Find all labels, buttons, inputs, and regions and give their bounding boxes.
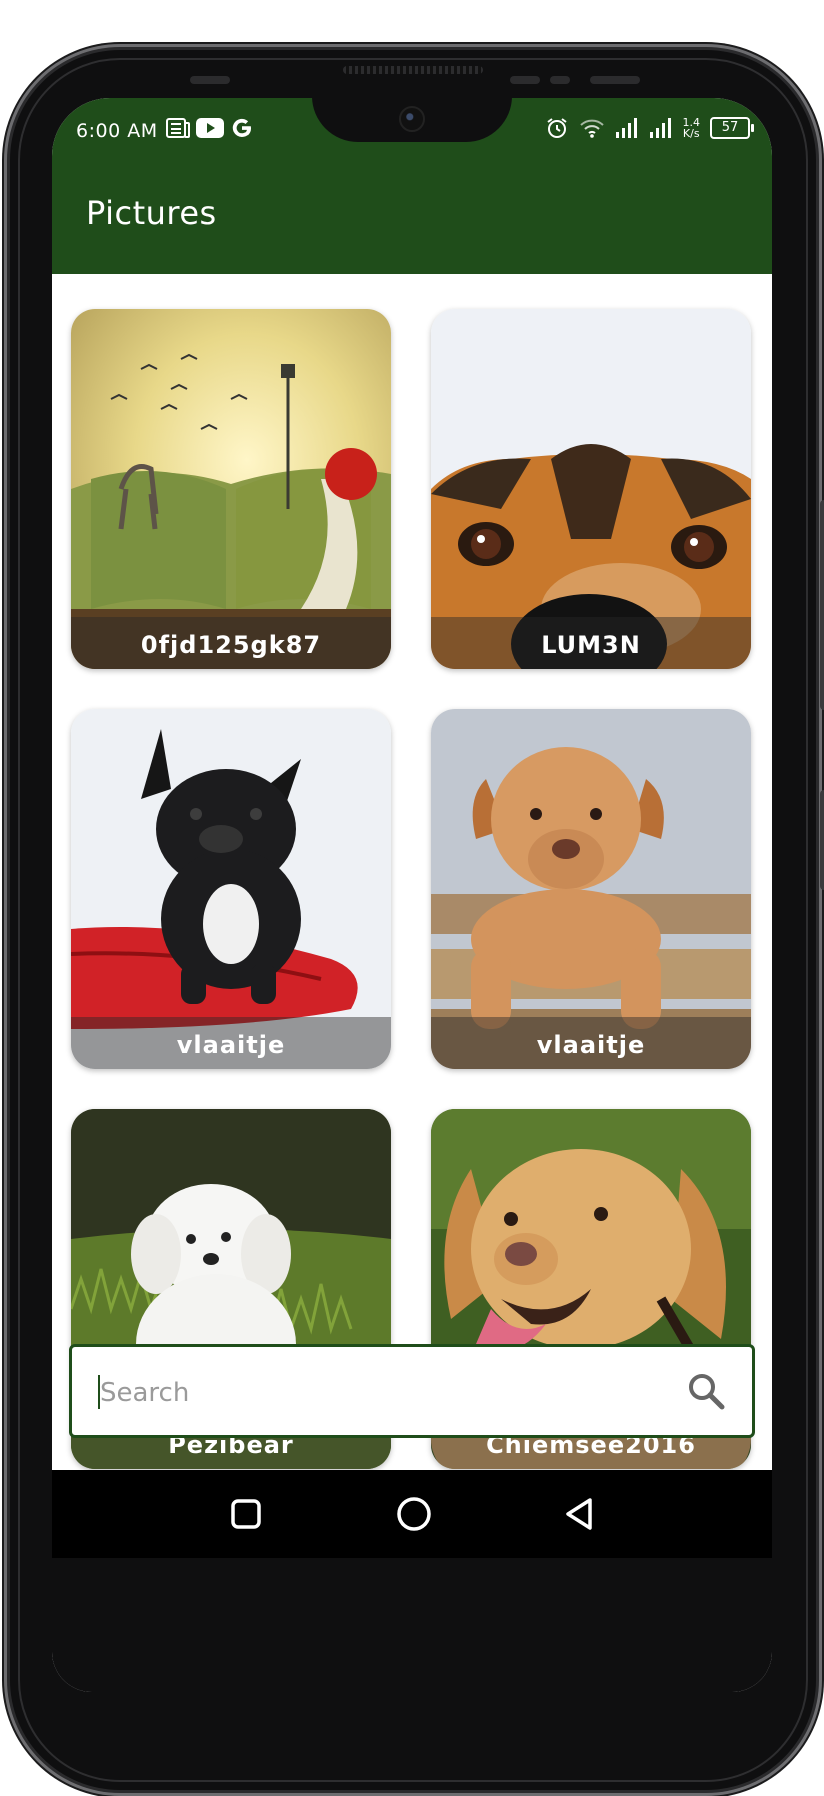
earpiece: [343, 66, 483, 74]
sensor-slot: [510, 76, 540, 84]
picture-card[interactable]: 0fjd125gk87: [71, 309, 391, 669]
screen-bottom-bezel: [52, 1558, 772, 1692]
status-time: 6:00 AM: [76, 120, 158, 142]
notification-icons: [166, 116, 254, 140]
home-button[interactable]: [394, 1494, 434, 1534]
picture-card[interactable]: vlaaitje: [71, 709, 391, 1069]
picture-author: vlaaitje: [71, 1017, 391, 1069]
picture-image: [431, 309, 751, 669]
sensor-slot: [190, 76, 230, 84]
picture-image: [71, 709, 391, 1069]
search-box[interactable]: [69, 1344, 755, 1438]
search-icon[interactable]: [686, 1371, 726, 1411]
search-input[interactable]: [98, 1367, 662, 1419]
camera-notch: [312, 98, 512, 142]
picture-author: LUM3N: [431, 617, 751, 669]
signal-icon: [615, 118, 637, 138]
power-button: [820, 790, 824, 890]
youtube-icon: [196, 118, 224, 138]
picture-image: [71, 309, 391, 669]
front-camera: [399, 106, 425, 132]
picture-card[interactable]: vlaaitje: [431, 709, 751, 1069]
app-bar: Pictures: [52, 164, 772, 274]
status-bar: 6:00 AM 1.4 K/s 57: [52, 98, 772, 164]
back-button[interactable]: [560, 1494, 600, 1534]
picture-author: vlaaitje: [431, 1017, 751, 1069]
sensor-slot: [550, 76, 570, 84]
network-speed-unit: K/s: [682, 127, 700, 140]
system-status-icons: 1.4 K/s 57: [545, 116, 754, 140]
news-icon: [166, 118, 190, 138]
alarm-icon: [546, 118, 567, 138]
picture-card[interactable]: LUM3N: [431, 309, 751, 669]
picture-author: 0fjd125gk87: [71, 617, 391, 669]
sensor-slot: [590, 76, 640, 84]
device-screen: 6:00 AM 1.4 K/s 57 Pictures 0fjd125gk87 …: [52, 98, 772, 1692]
wifi-icon: [579, 119, 604, 138]
system-navigation-bar: [52, 1470, 772, 1558]
google-icon: [232, 118, 252, 138]
text-caret: [98, 1375, 100, 1409]
picture-grid: 0fjd125gk87 LUM3N vlaaitje vlaaitje Pezi…: [52, 274, 772, 1469]
battery-level: 57: [721, 120, 739, 135]
battery-icon: 57: [710, 117, 754, 139]
signal-icon-2: [649, 118, 671, 138]
picture-image: [431, 709, 751, 1069]
page-title: Pictures: [86, 194, 217, 232]
network-speed: 1.4 K/s: [683, 117, 701, 139]
recent-apps-button[interactable]: [226, 1494, 266, 1534]
volume-button: [820, 500, 824, 710]
